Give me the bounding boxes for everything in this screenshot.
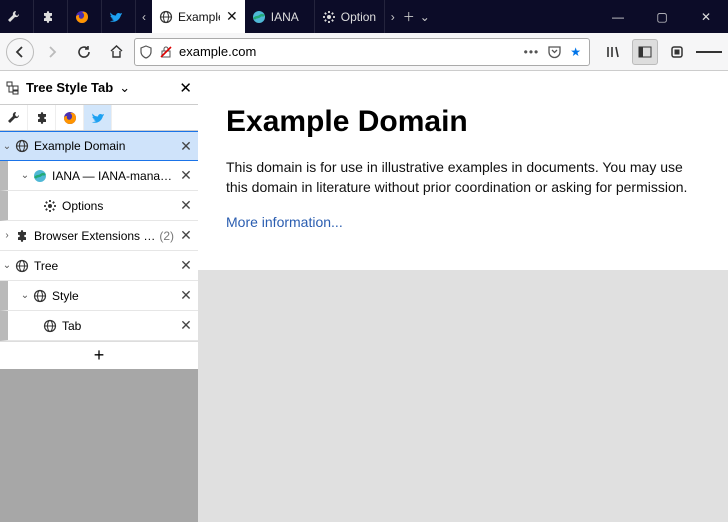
library-icon[interactable]: [600, 39, 626, 65]
tree-item-label: Options: [62, 199, 174, 213]
globe-icon: [158, 9, 174, 25]
tree-new-tab-button[interactable]: +: [0, 341, 198, 369]
close-icon[interactable]: ✕: [174, 287, 198, 304]
pinned-tabs: [0, 105, 198, 131]
tab-label: Example: [178, 10, 220, 24]
twisty-icon[interactable]: ⌄: [18, 170, 32, 181]
tab-label: Option: [341, 10, 376, 24]
close-icon[interactable]: ✕: [174, 227, 198, 244]
tree-item[interactable]: ⌄ Example Domain✕: [0, 131, 198, 161]
tree-item-label: Tab: [62, 319, 174, 333]
pinned-firefox[interactable]: [56, 105, 84, 130]
tab-wrench[interactable]: [0, 0, 34, 33]
sidebar: Tree Style Tab ⌄ ✕ ⌄Example Domain✕⌄IANA…: [0, 71, 198, 522]
tab-firefox[interactable]: [68, 0, 102, 33]
app-menu-button[interactable]: [696, 39, 722, 65]
all-tabs-button[interactable]: ⌄: [417, 0, 433, 33]
container-icon[interactable]: [664, 39, 690, 65]
globe-icon: [42, 318, 58, 334]
shield-icon[interactable]: [139, 45, 153, 59]
nav-toolbar: ••• ★: [0, 33, 728, 71]
tab-scroll-left[interactable]: ‹: [136, 0, 152, 33]
close-icon[interactable]: ✕: [174, 317, 198, 334]
close-icon[interactable]: ✕: [174, 257, 198, 274]
iana-icon: [251, 9, 267, 25]
tree-item[interactable]: Options✕: [0, 191, 198, 221]
tree-item[interactable]: Tab✕: [0, 311, 198, 341]
tree-item-label: Tree: [34, 259, 174, 273]
window-maximize[interactable]: ▢: [640, 0, 684, 33]
tree-item-label: Style: [52, 289, 174, 303]
close-icon[interactable]: ✕: [226, 8, 238, 25]
tab-Example[interactable]: Example ✕: [152, 0, 245, 33]
close-icon[interactable]: ✕: [174, 167, 198, 184]
page-heading: Example Domain: [226, 105, 700, 139]
globe-icon: [14, 258, 30, 274]
sidebar-header[interactable]: Tree Style Tab ⌄ ✕: [0, 71, 198, 105]
page-action-dots[interactable]: •••: [524, 45, 540, 59]
puzzle-icon: [40, 9, 56, 25]
sidebar-toggle-icon[interactable]: [632, 39, 658, 65]
tab-puzzle[interactable]: [34, 0, 68, 33]
pinned-puzzle[interactable]: [28, 105, 56, 130]
tree-item-label: IANA — IANA-managed: [52, 169, 174, 183]
window-close[interactable]: ✕: [684, 0, 728, 33]
more-info-link[interactable]: More information...: [226, 214, 343, 230]
pocket-icon[interactable]: [547, 44, 562, 59]
tab-Option[interactable]: Option: [315, 0, 385, 33]
twisty-icon[interactable]: ⌄: [0, 260, 14, 271]
tree-item[interactable]: › Browser Extensions - M(2)✕: [0, 221, 198, 251]
home-button[interactable]: [102, 38, 130, 66]
sidebar-caret-icon[interactable]: ⌄: [119, 80, 130, 96]
page-paragraph: This domain is for use in illustrative e…: [226, 157, 700, 198]
window-minimize[interactable]: —: [596, 0, 640, 33]
globe-icon: [14, 138, 30, 154]
puzzle-icon: [14, 228, 30, 244]
url-bar[interactable]: ••• ★: [134, 38, 590, 66]
globe-icon: [32, 288, 48, 304]
new-tab-button[interactable]: ＋: [401, 0, 417, 33]
forward-button[interactable]: [38, 38, 66, 66]
tab-scroll-right[interactable]: ›: [385, 0, 401, 33]
tree-item-label: Browser Extensions - M: [34, 229, 157, 243]
firefox-icon: [74, 9, 90, 25]
title-bar: ‹ Example ✕ IANA Option › ＋ ⌄ — ▢ ✕: [0, 0, 728, 33]
pinned-wrench[interactable]: [0, 105, 28, 130]
content-area: Example Domain This domain is for use in…: [198, 71, 728, 522]
close-icon[interactable]: ✕: [174, 197, 198, 214]
twisty-icon[interactable]: ⌄: [0, 141, 14, 152]
reload-button[interactable]: [70, 38, 98, 66]
bookmark-star-icon[interactable]: ★: [570, 45, 581, 59]
twitter-icon: [108, 9, 124, 25]
sidebar-title: Tree Style Tab: [26, 80, 113, 95]
lock-insecure-icon[interactable]: [159, 45, 173, 59]
tab-tree: ⌄Example Domain✕⌄IANA — IANA-managed✕Opt…: [0, 131, 198, 341]
close-icon[interactable]: ✕: [174, 138, 198, 155]
pinned-twitter[interactable]: [84, 105, 112, 130]
gear-icon: [321, 9, 337, 25]
tab-twitter[interactable]: [102, 0, 136, 33]
child-count: (2): [159, 229, 174, 243]
tab-IANA[interactable]: IANA: [245, 0, 315, 33]
tab-label: IANA: [271, 10, 299, 24]
tree-icon: [6, 81, 20, 95]
tree-item-label: Example Domain: [34, 139, 174, 153]
tree-item[interactable]: ⌄ Style✕: [0, 281, 198, 311]
gear-icon: [42, 198, 58, 214]
twisty-icon[interactable]: ⌄: [18, 290, 32, 301]
sidebar-close-button[interactable]: ✕: [179, 79, 192, 97]
page-body: Example Domain This domain is for use in…: [198, 71, 728, 270]
back-button[interactable]: [6, 38, 34, 66]
tab-strip: [0, 0, 136, 33]
tree-item[interactable]: ⌄ IANA — IANA-managed✕: [0, 161, 198, 191]
iana-icon: [32, 168, 48, 184]
wrench-icon: [6, 9, 22, 25]
twisty-icon[interactable]: ›: [0, 230, 14, 241]
url-input[interactable]: [179, 44, 518, 59]
tree-item[interactable]: ⌄ Tree✕: [0, 251, 198, 281]
